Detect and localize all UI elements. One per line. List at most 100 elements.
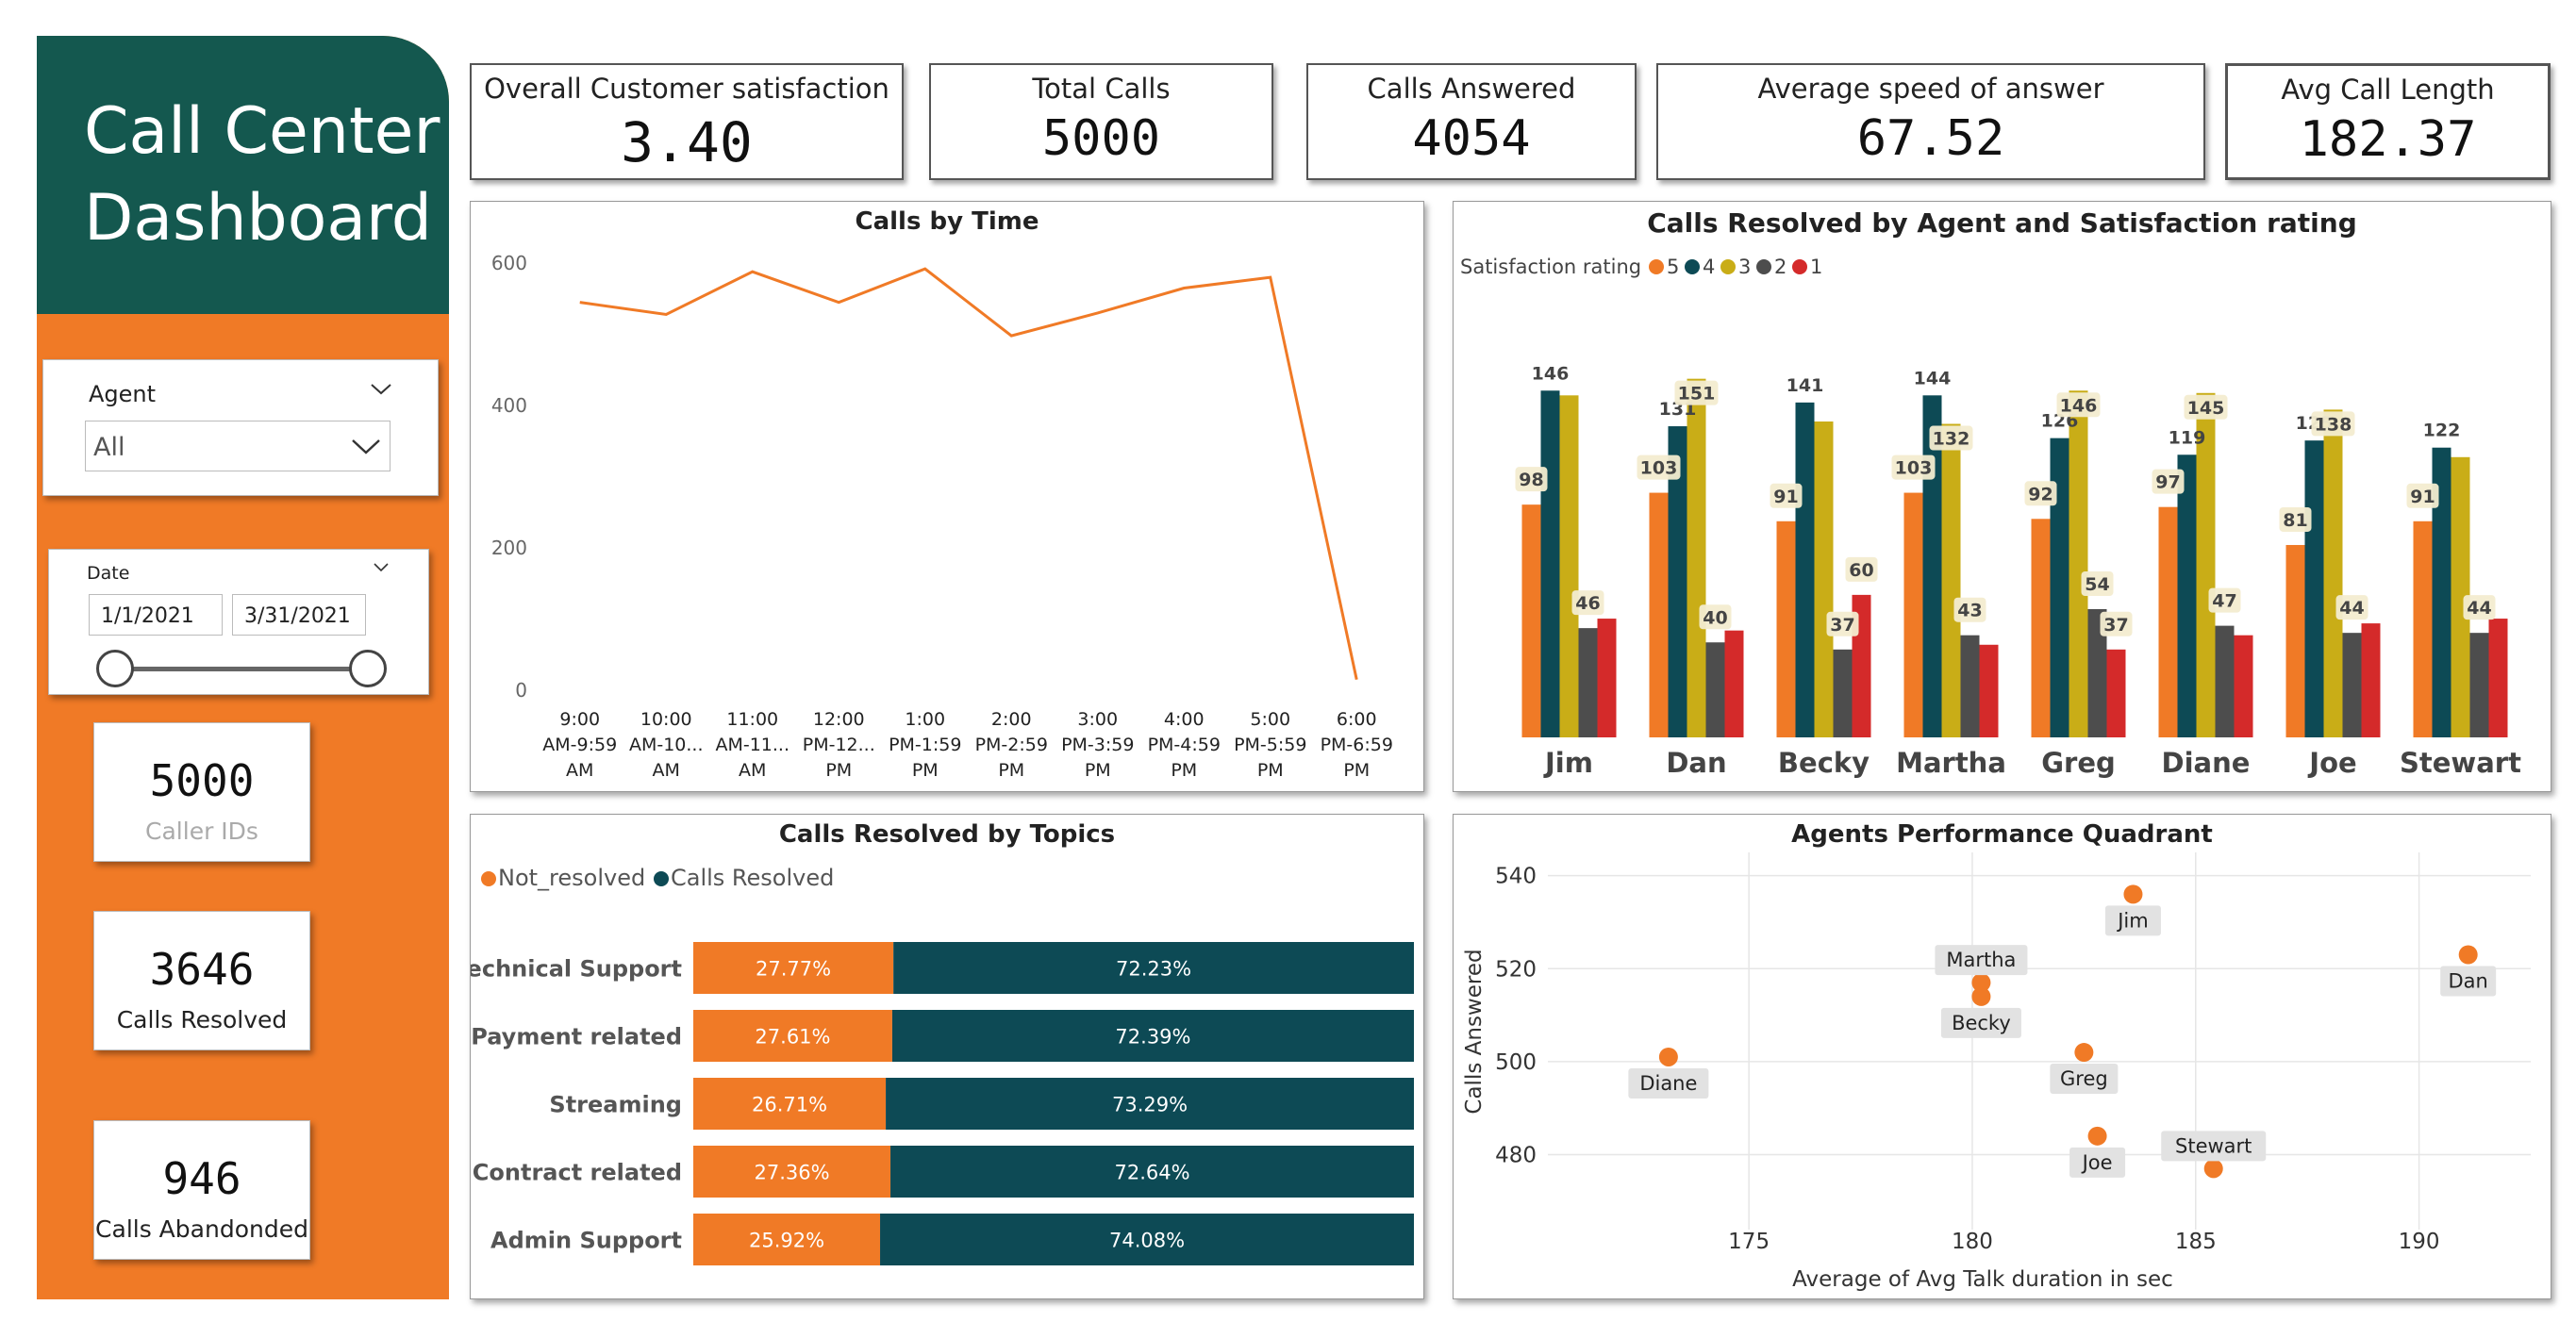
- point-label: Jim: [2116, 909, 2148, 932]
- legend-label: 5: [1667, 256, 1679, 278]
- x-tick-label: 175: [1728, 1230, 1770, 1254]
- bar: [1705, 642, 1725, 737]
- y-tick-label: 520: [1495, 957, 1537, 982]
- bar: [1814, 421, 1834, 737]
- x-tick-label: 11:00 AM-11... AM: [715, 709, 789, 781]
- x-tick-label: 185: [2175, 1230, 2217, 1254]
- calls-by-time-chart: 0 200 400 600 9:00 AM-9:59 AM10:00 AM-10... AM11…: [491, 252, 1393, 781]
- date-end-input[interactable]: 3/31/2021: [232, 594, 366, 636]
- kpi-value: 4054: [1412, 110, 1531, 167]
- date-range-start-handle[interactable]: [96, 650, 134, 687]
- kpi-total-calls: Total Calls 5000: [929, 63, 1273, 180]
- x-tick-label: Stewart: [2400, 747, 2521, 779]
- bar: [2413, 521, 2433, 737]
- kpi-label: Average speed of answer: [1757, 73, 2104, 105]
- data-label: 74.08%: [1109, 1230, 1185, 1252]
- y-tick-label: 480: [1495, 1144, 1537, 1168]
- date-start-input[interactable]: 1/1/2021: [89, 594, 223, 636]
- bar: [2234, 635, 2253, 737]
- y-tick-label: 540: [1495, 865, 1537, 889]
- kpi-avg-speed-answer: Average speed of answer 67.52: [1656, 63, 2205, 180]
- calls-abandoned-value: 946: [162, 1153, 241, 1204]
- date-range-end-handle[interactable]: [349, 650, 387, 687]
- kpi-value: 182.37: [2299, 111, 2477, 168]
- chevron-down-icon: [352, 439, 380, 454]
- x-tick-label: 4:00 PM-4:59 PM: [1148, 709, 1221, 781]
- legend: Satisfaction rating 5 4 3 2 1: [1460, 256, 1822, 278]
- x-tick-label: 6:00 PM-6:59 PM: [1321, 709, 1393, 781]
- data-label: 73.29%: [1112, 1094, 1188, 1116]
- x-tick-label: Jim: [1543, 747, 1593, 779]
- legend-marker: [1792, 259, 1807, 274]
- chevron-down-icon[interactable]: [372, 561, 391, 574]
- x-tick-label: 10:00 AM-10... AM: [629, 709, 704, 781]
- data-point: [2458, 945, 2478, 965]
- legend-label: 3: [1738, 256, 1751, 278]
- x-tick-label: 2:00 PM-2:59 PM: [975, 709, 1048, 781]
- bar: [2342, 633, 2362, 737]
- data-label: 27.77%: [756, 958, 831, 981]
- kpi-value: 67.52: [1856, 110, 2005, 167]
- legend-marker: [1685, 259, 1700, 274]
- kpi-label: Calls Answered: [1367, 73, 1576, 105]
- data-label: 60: [1849, 560, 1873, 581]
- bar: [2158, 506, 2178, 737]
- data-label: 97: [2155, 472, 2180, 493]
- y-tick-label: Payment related: [471, 1024, 682, 1050]
- legend-marker: [481, 871, 496, 886]
- bar: [1903, 492, 1923, 737]
- calls-abandoned-card: 946 Calls Abandonded: [93, 1120, 310, 1260]
- y-tick-label: 500: [1495, 1050, 1537, 1075]
- y-tick-label: Technical Support: [471, 956, 682, 983]
- data-point: [2203, 1159, 2223, 1179]
- date-start-value: 1/1/2021: [101, 604, 194, 628]
- calls-resolved-label: Calls Resolved: [116, 1006, 288, 1033]
- kpi-customer-satisfaction: Overall Customer satisfaction 3.40: [470, 63, 904, 180]
- data-label: 54: [2085, 574, 2109, 595]
- bar: [2215, 625, 2235, 737]
- data-label: 25.92%: [749, 1230, 824, 1252]
- point-label: Greg: [2060, 1067, 2108, 1090]
- bar: [1559, 395, 1579, 737]
- calls-by-topics-chart: Not_resolved Calls Resolved Technical Supp…: [471, 865, 1414, 1265]
- legend-marker: [1756, 259, 1771, 274]
- caller-ids-value: 5000: [149, 755, 255, 806]
- kpi-value: 3.40: [621, 110, 753, 174]
- chevron-down-icon[interactable]: [369, 381, 393, 398]
- data-label: 47: [2212, 591, 2236, 612]
- agent-slicer[interactable]: Agent All: [42, 359, 439, 496]
- y-tick-label: 400: [491, 394, 527, 417]
- x-tick-label: Becky: [1778, 747, 1870, 779]
- calls-resolved-value: 3646: [149, 944, 255, 995]
- sidebar: Call Center Dashboard Agent All Date 1/1…: [37, 36, 449, 1299]
- legend-label: 2: [1774, 256, 1787, 278]
- data-label: 151: [1678, 384, 1716, 405]
- legend-title: Satisfaction rating: [1460, 256, 1641, 278]
- date-slicer[interactable]: Date 1/1/2021 3/31/2021: [48, 549, 429, 695]
- x-tick-label: 9:00 AM-9:59 AM: [542, 709, 617, 781]
- data-label: 132: [1933, 429, 1970, 450]
- agent-dropdown[interactable]: All: [85, 421, 391, 471]
- bar: [1578, 628, 1598, 737]
- bar: [1521, 504, 1541, 737]
- data-label: 103: [1640, 458, 1678, 479]
- data-label: 92: [2028, 484, 2052, 504]
- bar: [1795, 402, 1815, 737]
- series-line: [579, 267, 1358, 680]
- kpi-label: Overall Customer satisfaction: [484, 73, 889, 105]
- data-label: 91: [2410, 487, 2435, 507]
- legend-marker: [654, 871, 669, 886]
- x-tick-label: 3:00 PM-3:59 PM: [1061, 709, 1134, 781]
- bar: [1960, 635, 1980, 737]
- kpi-value: 5000: [1041, 110, 1161, 167]
- x-tick-label: Joe: [2307, 747, 2356, 779]
- bar: [1979, 644, 1999, 737]
- bar: [1724, 630, 1744, 737]
- bar: [1649, 492, 1669, 737]
- data-label: 98: [1519, 470, 1543, 490]
- x-tick-label: Martha: [1896, 747, 2006, 779]
- data-label: 72.64%: [1114, 1162, 1189, 1184]
- x-tick-label: 1:00 PM-1:59 PM: [889, 709, 961, 781]
- agent-dropdown-value: All: [93, 433, 125, 462]
- data-label: 146: [2060, 395, 2098, 416]
